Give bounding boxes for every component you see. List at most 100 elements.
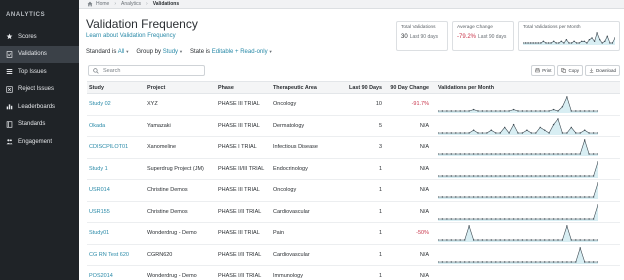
sparkline-point (526, 153, 528, 155)
sparkline-point (557, 239, 559, 241)
sparkline-point (508, 239, 510, 241)
state-filter[interactable]: State is Editable + Read-only▼ (190, 49, 273, 55)
sidebar-item-validations[interactable]: Validations (0, 45, 79, 63)
sparkline-point (592, 239, 595, 241)
study-link[interactable]: Study 1 (87, 166, 145, 172)
sparkline-point (490, 196, 492, 198)
column-header-study[interactable]: Study (87, 85, 145, 91)
sparkline-point (561, 218, 564, 220)
sidebar-item-scores[interactable]: Scores (0, 28, 79, 46)
change-cell: N/A (419, 165, 429, 172)
study-link[interactable]: USR014 (87, 187, 145, 193)
table-row[interactable]: Okada Yamazaki PHASE III TRIAL Dermatology 5… (87, 116, 620, 137)
sparkline-point (477, 261, 479, 263)
table-row[interactable]: Study01 Wonderdrug - Demo PHASE III TRIAL P… (87, 223, 620, 245)
standard-filter[interactable]: Standard is All▼ (86, 49, 129, 55)
study-link[interactable]: USR155 (87, 209, 145, 215)
sparkline-point (486, 218, 488, 220)
breadcrumb-analytics[interactable]: Analytics (121, 1, 141, 7)
sparkline-line (438, 118, 598, 134)
copy-button[interactable]: Copy (557, 65, 583, 76)
sparkline-point (512, 175, 515, 177)
sparkline-point (530, 239, 532, 241)
sparkline-point (548, 239, 550, 241)
sparkline-point (472, 218, 475, 220)
print-button[interactable]: Print (531, 65, 556, 76)
table-row[interactable]: CG RN Test 620 CGRN620 PHASE I/II TRIAL Car… (87, 245, 620, 266)
sparkline-point (588, 218, 590, 220)
sidebar-item-leaderboards[interactable]: Leaderboards (0, 98, 79, 116)
study-link[interactable]: POS2014 (87, 273, 145, 279)
table-row[interactable]: Study 02 XYZ PHASE III TRIAL Oncology 10 -91.… (87, 94, 620, 116)
sparkline-point (542, 40, 545, 42)
group-filter-value[interactable]: Study (163, 49, 178, 55)
sidebar-item-engagement[interactable]: Engagement (0, 133, 79, 151)
home-icon[interactable] (87, 1, 93, 7)
study-link[interactable]: Study 02 (87, 101, 145, 107)
sparkline-point (490, 261, 492, 263)
sparkline-point (548, 218, 550, 220)
table-row[interactable]: USR155 Christine Demos PHASE I/II TRIAL Car… (87, 202, 620, 223)
column-header-90-day-change[interactable]: 90 Day Change (385, 85, 432, 91)
sparkline-point (592, 132, 595, 134)
sparkline-point (490, 153, 492, 155)
sparkline-point (446, 153, 448, 155)
column-header-validations-per-month[interactable]: Validations per Month (432, 85, 620, 91)
sparkline-point (512, 239, 515, 241)
group-filter[interactable]: Group by Study▼ (136, 49, 183, 55)
sparkline-point (547, 42, 550, 44)
sparkline-point (477, 132, 479, 134)
copy-label: Copy (568, 68, 579, 73)
phase-cell: PHASE III TRIAL (218, 101, 260, 108)
sparkline-point (464, 153, 466, 155)
study-link[interactable]: CDISCPILOT01 (87, 144, 145, 150)
learn-link[interactable]: Learn about Validation Frequency (86, 33, 176, 39)
sparkline-point (481, 110, 484, 112)
sparkline-point (459, 132, 461, 134)
sparkline-point (570, 126, 572, 128)
column-header-therapeutic-area[interactable]: Therapeutic Area (271, 85, 335, 91)
sparkline-point (521, 153, 524, 155)
sparkline-point (544, 196, 546, 198)
download-button[interactable]: Download (584, 65, 620, 76)
search-input[interactable]: Search (88, 65, 205, 76)
last-90-days-cell: 10 (375, 101, 382, 108)
sparkline-point (450, 175, 452, 177)
sidebar-item-label: Validations (18, 51, 47, 58)
therapeutic-area-cell: Oncology (273, 187, 297, 194)
sidebar-item-label: Standards (18, 121, 46, 128)
state-filter-value[interactable]: Editable + Read-only (212, 49, 268, 55)
sparkline-point (568, 42, 570, 44)
sparkline-point (481, 239, 484, 241)
sidebar-item-reject-issues[interactable]: Reject Issues (0, 81, 79, 99)
sparkline-point (459, 175, 461, 177)
sparkline-point (459, 218, 461, 220)
standard-filter-value[interactable]: All (118, 49, 125, 55)
column-header-phase[interactable]: Phase (216, 85, 271, 91)
sparkline-point (464, 132, 466, 134)
therapeutic-area-cell: Infectious Disease (273, 144, 318, 151)
stat-label: Average Change (457, 25, 493, 30)
sparkline-point (526, 196, 528, 198)
sparkline-point (581, 40, 583, 42)
sidebar-item-standards[interactable]: Standards (0, 116, 79, 134)
table-row[interactable]: USR014 Christine Demos PHASE III TRIAL Onco… (87, 180, 620, 202)
sparkline-point (504, 239, 506, 241)
table-row[interactable]: Study 1 Superdrug Project (JM) PHASE II/II… (87, 159, 620, 180)
sparkline-point (472, 153, 475, 155)
study-link[interactable]: Okada (87, 123, 145, 129)
sparkline-point (539, 175, 541, 177)
sparkline-point (472, 109, 475, 111)
sidebar-item-top-issues[interactable]: Top Issues (0, 63, 79, 81)
column-header-last-90-days[interactable]: Last 90 Days (335, 85, 385, 91)
table-row[interactable]: CDISCPILOT01 Xanomeline PHASE I TRIAL Infec… (87, 137, 620, 159)
sparkline-point (561, 175, 564, 177)
last-90-days-cell: 1 (378, 165, 382, 172)
sparkline-point (504, 196, 506, 198)
breadcrumb-home[interactable]: Home (96, 1, 109, 7)
sparkline-point (499, 110, 501, 112)
table-row[interactable]: POS2014 Wonderdrug - Demo PHASE I/II TRIAL… (87, 266, 620, 280)
study-link[interactable]: Study01 (87, 230, 145, 236)
study-link[interactable]: CG RN Test 620 (87, 252, 145, 258)
column-header-project[interactable]: Project (145, 85, 216, 91)
